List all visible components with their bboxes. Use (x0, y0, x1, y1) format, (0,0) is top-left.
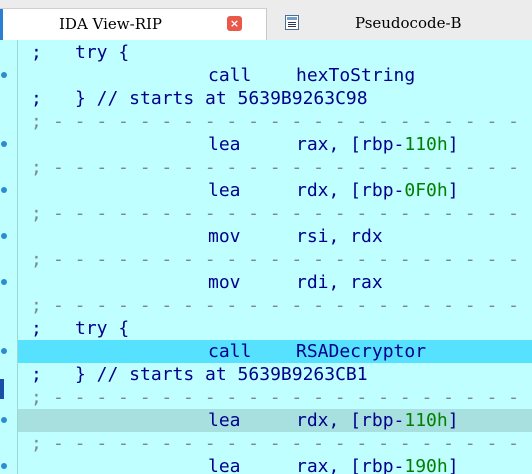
operand-register: rdx, [rbp- (296, 410, 405, 431)
breakpoint-dot[interactable] (1, 187, 7, 193)
operand-bracket: ] (447, 410, 459, 431)
comment-text: try { (75, 318, 130, 339)
operand-offset: 190h (404, 456, 448, 474)
breakpoint-dot[interactable] (1, 279, 7, 285)
operand-bracket: ] (447, 180, 459, 201)
line-gutter[interactable] (0, 40, 17, 474)
disassembly-view[interactable]: ; try { call hexToString; } // starts at 563… (17, 40, 532, 474)
code-line[interactable]: ; try { (18, 41, 532, 64)
instruction-operand[interactable]: RSADecryptor (296, 340, 426, 363)
code-line[interactable]: lea rdx, [rbp-110h] (18, 409, 532, 432)
instruction-operand[interactable]: rax, [rbp-110h] (296, 133, 459, 156)
operand-offset: 110h (404, 134, 448, 155)
instruction-mnemonic: lea (208, 410, 241, 431)
breakpoint-dot[interactable] (1, 233, 7, 239)
ida-window: IDA View-RIP × Pseudocode-B ; try { call he… (0, 0, 532, 474)
comment-prefix: ; (31, 318, 42, 339)
tab-ida-view-label: IDA View-RIP (59, 15, 163, 33)
comment-text: } // starts at 5639B9263CB1 (75, 364, 368, 385)
instruction-operand[interactable]: rsi, rdx (296, 225, 383, 248)
separator-line: - - - - - - - - - - - - - - - - - - - - … (53, 433, 532, 454)
instruction-mnemonic: mov (208, 272, 241, 293)
operand-offset: 110h (404, 410, 448, 431)
instruction-mnemonic: call (208, 65, 252, 86)
close-icon[interactable]: × (227, 16, 242, 31)
instruction-mnemonic: call (208, 341, 252, 362)
separator-line: - - - - - - - - - - - - - - - - - - - - … (53, 157, 532, 178)
code-line[interactable]: lea rdx, [rbp-0F0h] (18, 179, 532, 202)
operand-register: rax, [rbp- (296, 134, 405, 155)
code-line[interactable]: ; } // starts at 5639B9263CB1 (18, 363, 532, 386)
tab-pseudocode[interactable]: Pseudocode-B (267, 8, 532, 40)
instruction-mnemonic: lea (208, 134, 241, 155)
separator-prefix: ; (31, 203, 42, 224)
instruction-operand[interactable]: rdx, [rbp-110h] (296, 409, 459, 432)
operand-register: rax, [rbp- (296, 456, 405, 474)
comment-prefix: ; (31, 364, 42, 385)
comment-text: } // starts at 5639B9263C98 (75, 88, 368, 109)
breakpoint-dot[interactable] (1, 417, 7, 423)
tab-pseudocode-label: Pseudocode-B (355, 14, 462, 32)
code-line[interactable]: ; - - - - - - - - - - - - - - - - - - - -… (18, 386, 532, 409)
breakpoint-dot[interactable] (1, 463, 7, 469)
code-line[interactable]: ; } // starts at 5639B9263C98 (18, 87, 532, 110)
operand-bracket: ] (447, 456, 459, 474)
instruction-operand[interactable]: rdx, [rbp-0F0h] (296, 179, 459, 202)
separator-prefix: ; (31, 111, 42, 132)
separator-line: - - - - - - - - - - - - - - - - - - - - … (53, 295, 532, 316)
instruction-mnemonic: mov (208, 226, 241, 247)
code-line[interactable]: ; - - - - - - - - - - - - - - - - - - - -… (18, 156, 532, 179)
code-line[interactable]: call RSADecryptor (18, 340, 532, 363)
code-line[interactable]: lea rax, [rbp-110h] (18, 133, 532, 156)
code-line[interactable]: mov rdi, rax (18, 271, 532, 294)
operand-register: rdx, [rbp- (296, 180, 405, 201)
separator-prefix: ; (31, 249, 42, 270)
code-line[interactable]: ; - - - - - - - - - - - - - - - - - - - -… (18, 110, 532, 133)
separator-line: - - - - - - - - - - - - - - - - - - - - … (53, 249, 532, 270)
separator-line: - - - - - - - - - - - - - - - - - - - - … (53, 203, 532, 224)
code-line[interactable]: ; - - - - - - - - - - - - - - - - - - - -… (18, 294, 532, 317)
operand-offset: 0F0h (404, 180, 448, 201)
separator-line: - - - - - - - - - - - - - - - - - - - - … (53, 111, 532, 132)
operand-bracket: ] (447, 134, 459, 155)
instruction-operand[interactable]: rax, [rbp-190h] (296, 455, 459, 474)
code-line[interactable]: ; - - - - - - - - - - - - - - - - - - - -… (18, 432, 532, 455)
comment-prefix: ; (31, 88, 42, 109)
breakpoint-dot[interactable] (1, 141, 7, 147)
code-line[interactable]: call hexToString (18, 64, 532, 87)
comment-text: try { (75, 42, 130, 63)
breakpoint-dot[interactable] (1, 72, 7, 78)
separator-prefix: ; (31, 295, 42, 316)
tab-ida-view[interactable]: IDA View-RIP × (0, 8, 267, 40)
current-position-marker (0, 379, 4, 399)
separator-prefix: ; (31, 157, 42, 178)
code-line[interactable]: mov rsi, rdx (18, 225, 532, 248)
tab-bar: IDA View-RIP × Pseudocode-B (0, 0, 532, 40)
breakpoint-dot[interactable] (1, 348, 7, 354)
separator-line: - - - - - - - - - - - - - - - - - - - - … (53, 387, 532, 408)
code-line[interactable]: ; - - - - - - - - - - - - - - - - - - - -… (18, 202, 532, 225)
instruction-mnemonic: lea (208, 180, 241, 201)
code-line[interactable]: ; try { (18, 317, 532, 340)
code-line[interactable]: ; - - - - - - - - - - - - - - - - - - - -… (18, 248, 532, 271)
code-line[interactable]: lea rax, [rbp-190h] (18, 455, 532, 474)
instruction-operand[interactable]: rdi, rax (296, 271, 383, 294)
separator-prefix: ; (31, 387, 42, 408)
pseudocode-icon (285, 15, 299, 30)
instruction-operand[interactable]: hexToString (296, 64, 415, 87)
active-tab-indicator (0, 9, 3, 40)
instruction-mnemonic: lea (208, 456, 241, 474)
separator-prefix: ; (31, 433, 42, 454)
comment-prefix: ; (31, 42, 42, 63)
